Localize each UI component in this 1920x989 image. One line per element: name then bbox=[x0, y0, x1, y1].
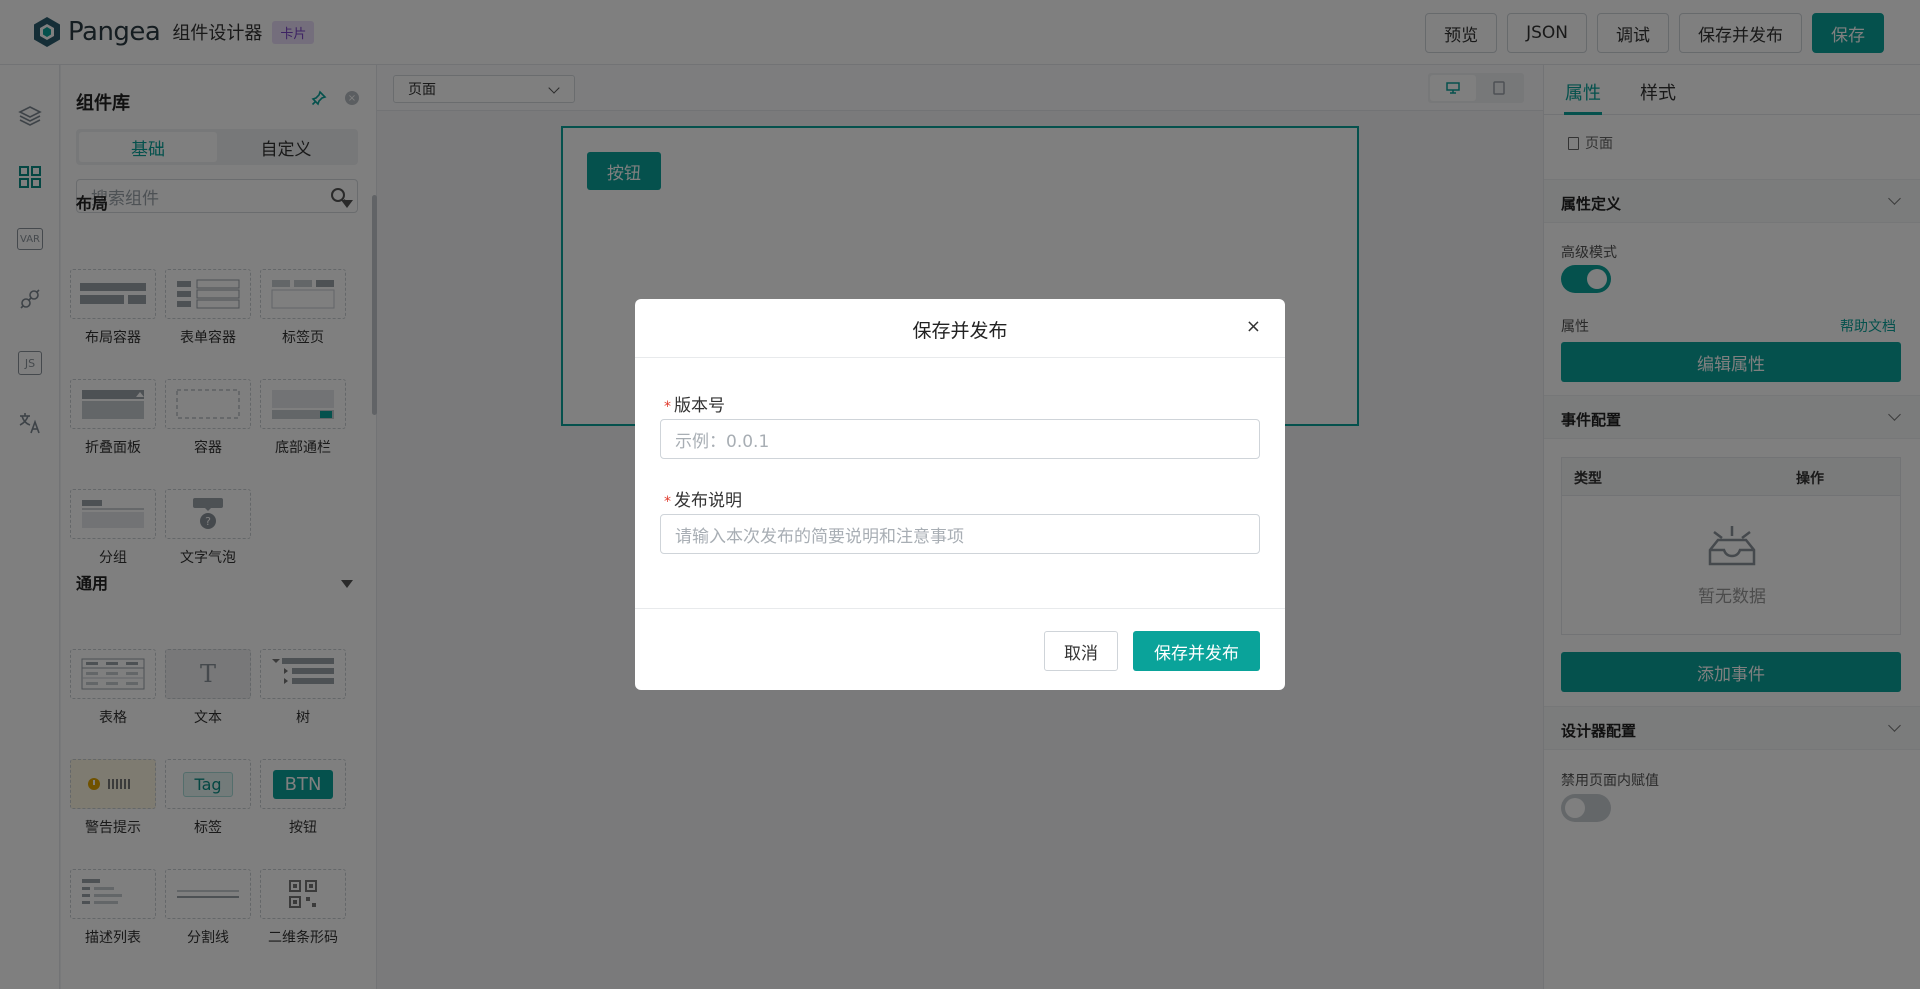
version-placeholder: 示例：0.0.1 bbox=[675, 431, 770, 452]
confirm-save-publish-button[interactable]: 保存并发布 bbox=[1133, 631, 1260, 671]
version-label-text: 版本号 bbox=[674, 396, 725, 416]
dialog-title: 保存并发布 bbox=[912, 320, 1008, 342]
desc-placeholder: 请输入本次发布的简要说明和注意事项 bbox=[675, 526, 964, 547]
required-mark: * bbox=[664, 494, 671, 510]
dialog-divider bbox=[635, 357, 1285, 358]
desc-input[interactable]: 请输入本次发布的简要说明和注意事项 bbox=[660, 514, 1260, 554]
desc-label-text: 发布说明 bbox=[674, 491, 742, 511]
close-icon[interactable]: × bbox=[1246, 316, 1261, 337]
desc-label: * 发布说明 bbox=[664, 486, 742, 511]
save-publish-dialog: 保存并发布 × * 版本号 示例：0.0.1 * 发布说明 请输入本次发布的简要说明… bbox=[635, 299, 1285, 690]
cancel-button[interactable]: 取消 bbox=[1044, 631, 1118, 671]
version-input[interactable]: 示例：0.0.1 bbox=[660, 419, 1260, 459]
dialog-footer-divider bbox=[635, 608, 1285, 609]
version-label: * 版本号 bbox=[664, 391, 725, 416]
required-mark: * bbox=[664, 399, 671, 415]
